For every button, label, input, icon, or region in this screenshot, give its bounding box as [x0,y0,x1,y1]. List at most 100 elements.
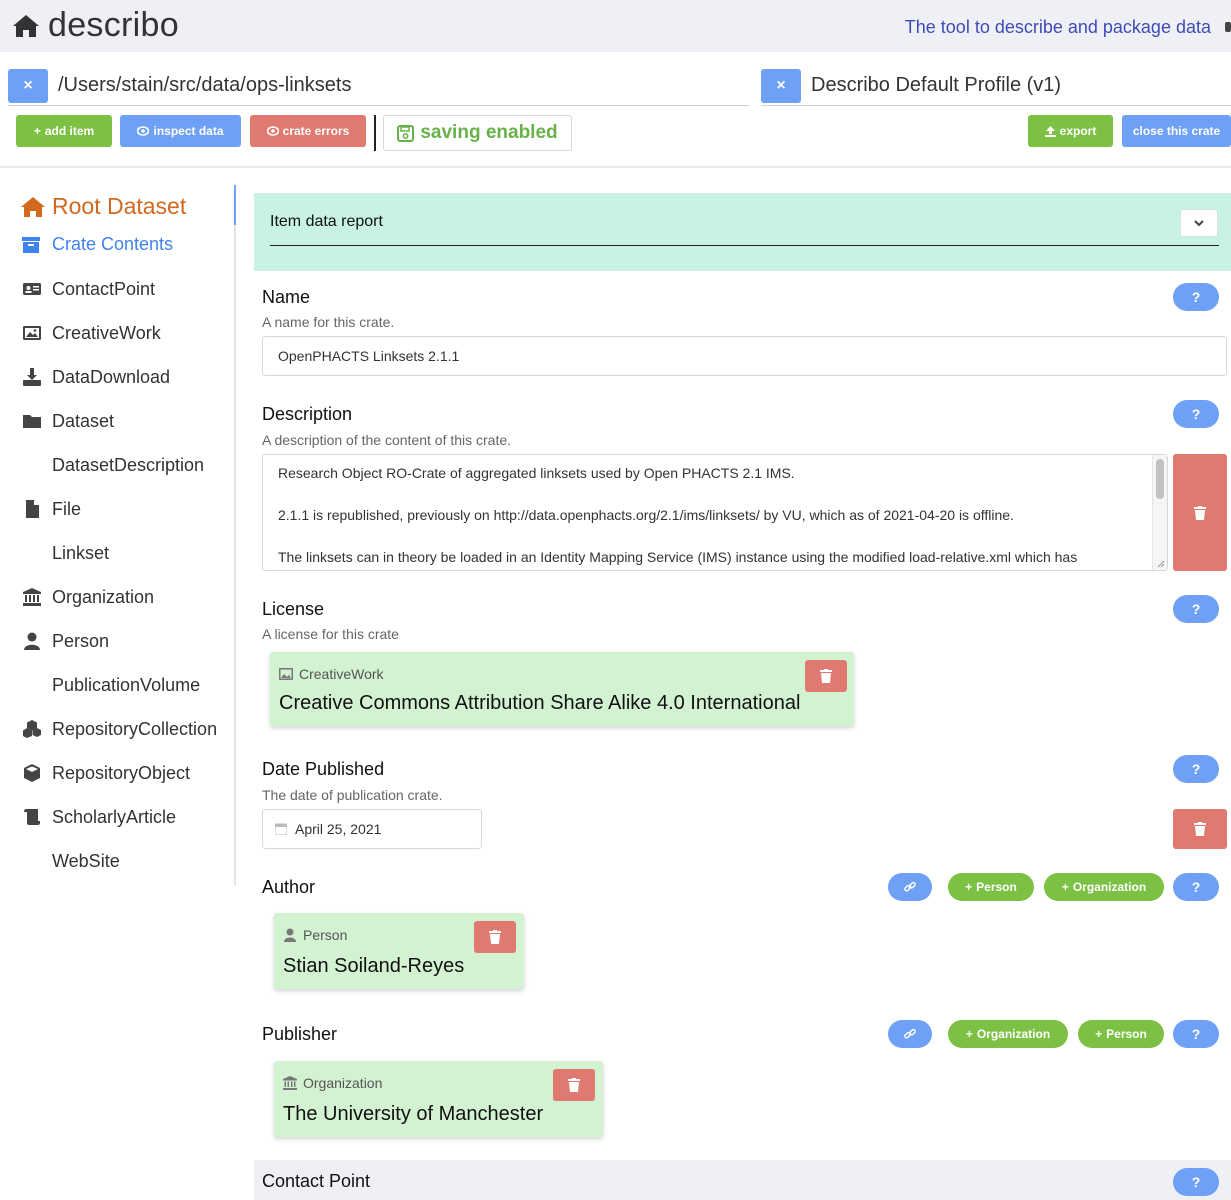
sidebar-item-datasetdescription[interactable]: DatasetDescription [52,453,204,477]
sidebar-item-organization[interactable]: Organization [22,585,154,609]
date-published-input[interactable]: April 25, 2021 [262,809,482,849]
report-divider [270,245,1219,246]
file-icon [22,499,42,519]
sidebar-item-website[interactable]: WebSite [52,849,120,873]
id-card-icon [22,279,42,299]
sidebar-item-label: Person [52,630,110,651]
card-type-label: Organization [303,1075,383,1091]
root-dataset-label: Root Dataset [52,193,187,219]
upload-icon [1044,125,1056,137]
sidebar-item-root-dataset[interactable]: Root Dataset [20,193,186,220]
publisher-add-organization-button[interactable]: + Organization [948,1020,1068,1048]
author-delete-button[interactable] [474,921,516,953]
sidebar-item-label: Dataset [52,410,115,431]
add-item-label: add item [44,124,95,138]
link-icon [904,1028,916,1039]
description-help-button[interactable]: ? [1173,400,1219,428]
author-card[interactable]: Person Stian Soiland-Reyes [274,913,524,989]
close-crate-path-button[interactable]: × [8,68,48,103]
description-delete-button[interactable] [1173,454,1227,571]
chevron-down-icon [1194,219,1204,226]
description-textarea[interactable]: Research Object RO-Crate of aggregated l… [262,454,1168,571]
license-field-help: A license for this crate [262,626,399,642]
name-input[interactable]: OpenPHACTS Linksets 2.1.1 [262,336,1227,376]
sidebar-item-label: DataDownload [52,366,171,387]
close-crate-label: close this crate [1132,124,1221,138]
publisher-link-button[interactable] [888,1020,932,1048]
crate-errors-button[interactable]: crate errors [250,115,366,147]
plus-icon: + [1095,1027,1103,1041]
sidebar-item-label: File [52,498,82,519]
license-delete-button[interactable] [805,660,847,692]
add-item-button[interactable]: + add item [16,115,112,147]
sidebar-item-datadownload[interactable]: DataDownload [22,365,170,389]
inspect-data-button[interactable]: inspect data [120,115,241,147]
resize-handle-icon[interactable] [1155,558,1165,568]
sidebar-item-crate-contents[interactable]: Crate Contents [22,234,173,255]
license-card[interactable]: CreativeWork Creative Commons Attributio… [270,652,854,726]
author-add-organization-button[interactable]: + Organization [1044,873,1164,901]
license-help-button[interactable]: ? [1173,595,1219,623]
link-icon [904,881,916,892]
sidebar-item-dataset[interactable]: Dataset [22,409,114,433]
description-line: 2.1.1 is republished, previously on http… [278,507,1014,523]
name-help-button[interactable]: ? [1173,283,1219,311]
sidebar-item-repositoryobject[interactable]: RepositoryObject [22,761,190,785]
trash-icon [1194,822,1206,836]
trash-icon [489,930,501,944]
contact-point-help-button[interactable]: ? [1173,1168,1219,1196]
export-button[interactable]: export [1028,115,1113,147]
date-published-help-button[interactable]: ? [1173,755,1219,783]
date-published-field-title: Date Published [262,759,385,779]
author-help-button[interactable]: ? [1173,873,1219,901]
save-icon [397,124,415,142]
author-name: Stian Soiland-Reyes [283,955,465,977]
date-published-delete-button[interactable] [1173,809,1227,849]
report-toggle-button[interactable] [1180,209,1218,237]
sidebar-item-contactpoint[interactable]: ContactPoint [22,277,155,301]
saving-label: saving enabled [420,122,558,143]
sidebar-item-label: Linkset [52,542,110,563]
settings-icon[interactable] [1225,22,1231,32]
bank-icon [22,587,42,607]
sidebar-item-file[interactable]: File [22,497,81,521]
publisher-help-button[interactable]: ? [1173,1020,1219,1048]
sidebar-item-scholarlyarticle[interactable]: ScholarlyArticle [22,805,176,829]
report-title: Item data report [270,213,383,230]
author-add-person-button[interactable]: + Person [948,873,1034,901]
saving-status: saving enabled [383,115,572,151]
brand[interactable]: describo [12,6,179,45]
home-icon [21,196,45,217]
archive-icon [22,236,40,253]
sidebar-item-creativework[interactable]: CreativeWork [22,321,161,345]
card-type: CreativeWork [279,666,384,682]
close-crate-button[interactable]: close this crate [1122,115,1231,147]
publisher-add-person-button[interactable]: + Person [1078,1020,1164,1048]
sidebar-item-label: RepositoryCollection [52,718,218,739]
sidebar-item-label: CreativeWork [52,322,161,343]
publisher-delete-button[interactable] [553,1069,595,1101]
sidebar-item-publicationvolume[interactable]: PublicationVolume [52,673,200,697]
close-profile-button[interactable]: × [761,68,801,103]
description-scroll-thumb[interactable] [1156,459,1164,499]
date-published-value: April 25, 2021 [295,821,382,837]
trash-icon [568,1078,580,1092]
author-link-button[interactable] [888,873,932,901]
add-person-label: Person [976,880,1017,894]
sidebar-item-person[interactable]: Person [22,629,109,653]
description-field-help: A description of the content of this cra… [262,432,512,448]
crate-path: /Users/stain/src/data/ops-linksets [58,74,352,96]
add-person-label: Person [1106,1027,1147,1041]
add-organization-label: Organization [976,1027,1051,1041]
card-type-label: Person [303,927,348,943]
sidebar-item-linkset[interactable]: Linkset [52,541,109,565]
sidebar-item-label: WebSite [52,850,120,871]
calendar-icon [275,823,287,835]
tagline: The tool to describe and package data [904,17,1211,37]
profile-name: Describo Default Profile (v1) [811,74,1062,96]
scroll-icon [22,807,42,827]
folder-icon [22,411,42,431]
sidebar-item-repositorycollection[interactable]: RepositoryCollection [22,717,217,741]
cubes-icon [22,719,42,739]
publisher-card[interactable]: Organization The University of Mancheste… [274,1061,603,1137]
